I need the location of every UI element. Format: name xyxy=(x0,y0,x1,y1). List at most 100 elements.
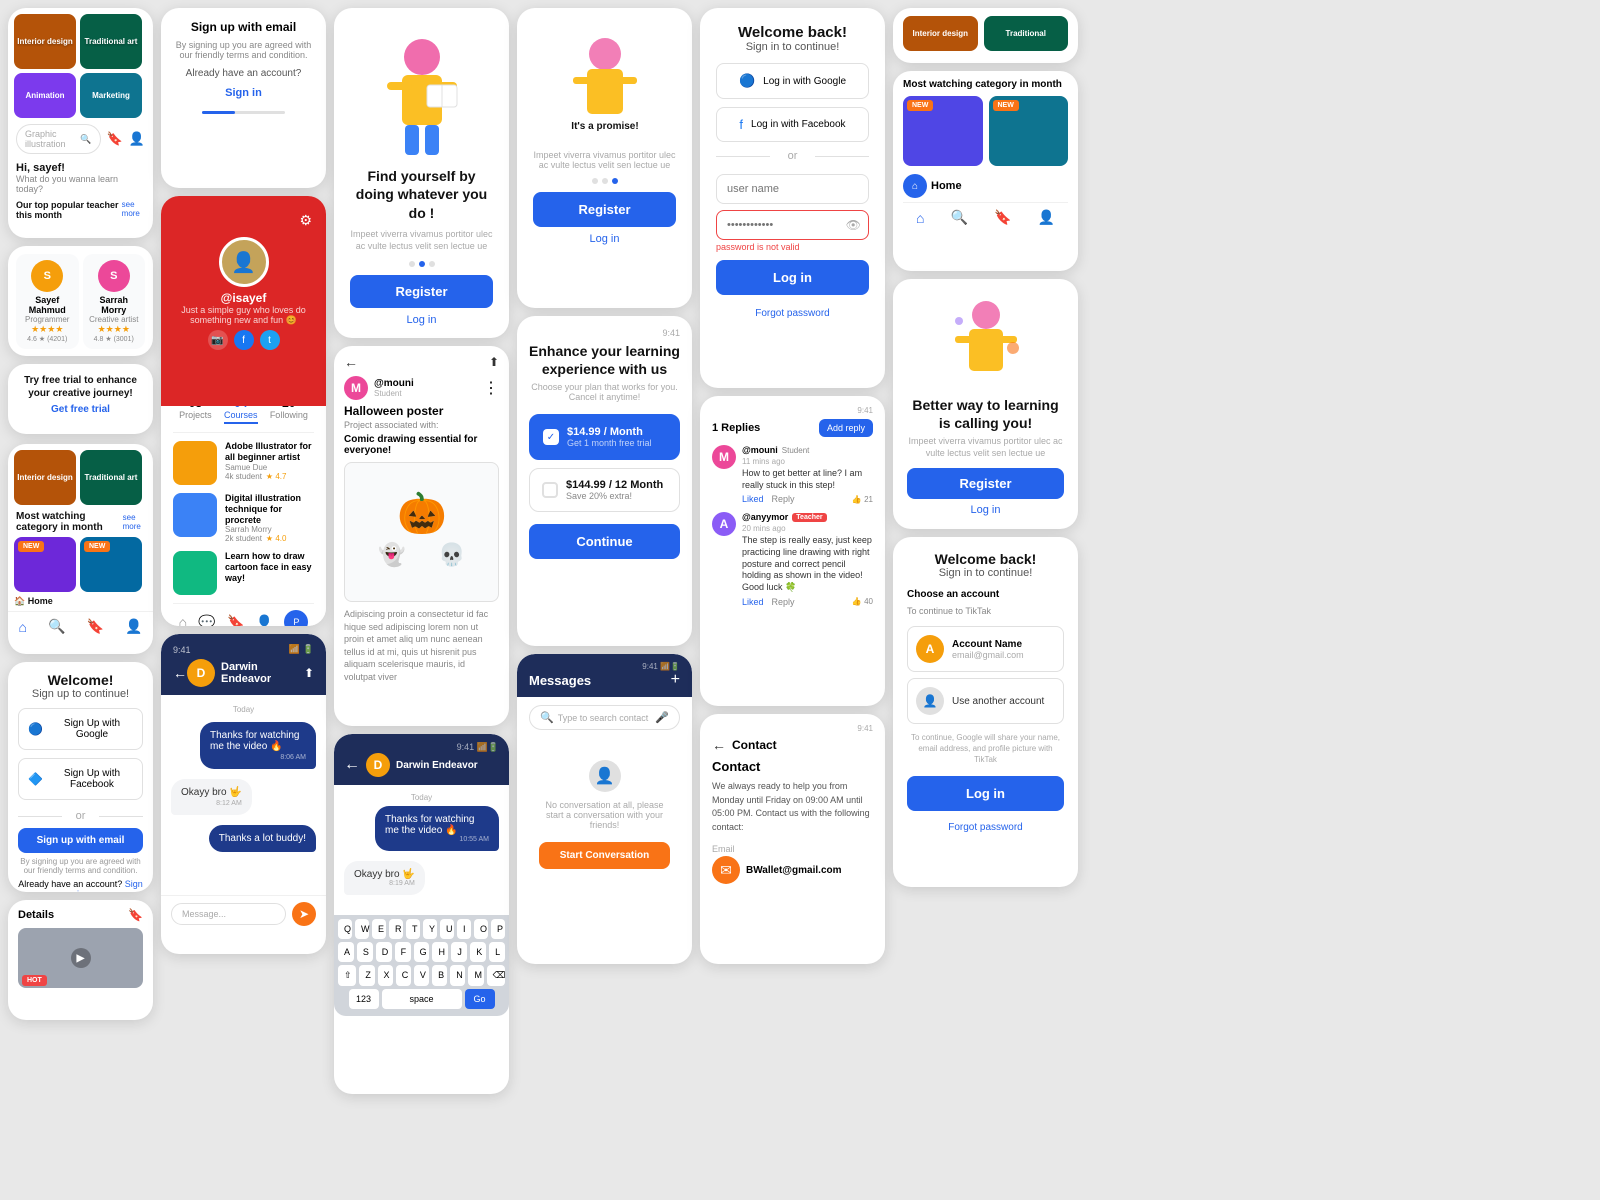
search-nav[interactable]: 🔍 xyxy=(48,618,65,635)
key-s[interactable]: S xyxy=(357,942,373,962)
key-a[interactable]: A xyxy=(338,942,354,962)
see-more2[interactable]: see more xyxy=(123,513,145,531)
user-nav[interactable]: 👤 xyxy=(125,618,142,635)
plan-2[interactable]: $144.99 / 12 Month Save 20% extra! xyxy=(529,468,680,512)
key-del[interactable]: ⌫ xyxy=(487,965,505,986)
chat-nav[interactable]: 💬 xyxy=(198,614,215,626)
forgot-password[interactable]: Forgot password xyxy=(716,303,869,321)
key-u[interactable]: U xyxy=(440,919,454,939)
facebook-signup-btn[interactable]: 🔷 Sign Up with Facebook xyxy=(18,758,143,800)
facebook-login-btn[interactable]: f Log in with Facebook xyxy=(716,107,869,142)
share-icon[interactable]: ⬆ xyxy=(304,666,314,680)
key-k[interactable]: K xyxy=(470,942,486,962)
back-btn3[interactable]: ← xyxy=(712,737,726,753)
key-go[interactable]: Go xyxy=(465,989,495,1009)
google-signup-btn[interactable]: 🔵 Sign Up with Google xyxy=(18,708,143,750)
login-link[interactable]: Log in xyxy=(407,314,437,326)
key-h[interactable]: H xyxy=(432,942,448,962)
bookmark-nav2[interactable]: 🔖 xyxy=(227,614,244,626)
back-btn[interactable]: ← xyxy=(344,354,358,370)
key-shift[interactable]: ⇧ xyxy=(338,965,356,986)
show-password-icon[interactable]: 👁 xyxy=(846,218,861,232)
play-icon[interactable]: ▶ xyxy=(71,948,91,968)
bookmark-icon[interactable]: 🔖 xyxy=(107,131,123,147)
continue-btn[interactable]: Continue xyxy=(529,524,680,559)
back-arrow2[interactable]: ← xyxy=(344,756,360,774)
key-d[interactable]: D xyxy=(376,942,392,962)
login-link3[interactable]: Log in xyxy=(971,504,1001,516)
key-123[interactable]: 123 xyxy=(349,989,379,1009)
key-f[interactable]: F xyxy=(395,942,411,962)
key-b[interactable]: B xyxy=(432,965,447,986)
account-option-1[interactable]: A Account Name email@gmail.com xyxy=(907,626,1064,672)
login-link2[interactable]: Log in xyxy=(590,233,620,245)
username-input[interactable] xyxy=(716,174,869,204)
user-icon[interactable]: 👤 xyxy=(129,131,145,147)
like-btn2[interactable]: Liked xyxy=(742,597,764,607)
account-option-2[interactable]: 👤 Use another account xyxy=(907,678,1064,724)
plan-1[interactable]: ✓ $14.99 / Month Get 1 month free trial xyxy=(529,414,680,460)
key-p[interactable]: P xyxy=(491,919,505,939)
login-btn[interactable]: Log in xyxy=(716,260,869,295)
key-space[interactable]: space xyxy=(382,989,462,1009)
back-arrow[interactable]: ← xyxy=(173,665,187,681)
message-input[interactable]: Message... xyxy=(171,903,286,925)
interior-cat[interactable]: Interior design xyxy=(903,16,978,51)
start-conv-btn[interactable]: Start Conversation xyxy=(539,842,670,869)
bookmark-icon2[interactable]: 🔖 xyxy=(128,908,143,922)
signin-link[interactable]: Sign in xyxy=(77,879,143,892)
instagram-icon[interactable]: 📷 xyxy=(208,330,228,350)
key-c[interactable]: C xyxy=(396,965,411,986)
contact-name: Darwin Endeavor xyxy=(221,661,304,685)
reply-btn1[interactable]: Reply xyxy=(772,494,795,504)
reply-btn2[interactable]: Reply xyxy=(772,597,795,607)
key-q[interactable]: Q xyxy=(338,919,352,939)
key-v[interactable]: V xyxy=(414,965,429,986)
twitter-icon[interactable]: t xyxy=(260,330,280,350)
mic-icon[interactable]: 🎤 xyxy=(655,711,669,724)
key-z[interactable]: Z xyxy=(359,965,374,986)
user-nav3[interactable]: 👤 xyxy=(1038,209,1055,226)
more-options[interactable]: ⋮ xyxy=(483,378,499,398)
key-i[interactable]: I xyxy=(457,919,471,939)
key-m[interactable]: M xyxy=(468,965,483,986)
key-n[interactable]: N xyxy=(450,965,465,986)
key-o[interactable]: O xyxy=(474,919,488,939)
key-r[interactable]: R xyxy=(389,919,403,939)
key-t[interactable]: T xyxy=(406,919,420,939)
register-btn3[interactable]: Register xyxy=(907,468,1064,499)
person-nav[interactable]: 👤 xyxy=(256,614,273,626)
register-btn2[interactable]: Register xyxy=(533,192,676,227)
home-nav2[interactable]: ⌂ xyxy=(179,614,187,626)
signin-link2[interactable]: Sign in xyxy=(175,83,312,101)
facebook-icon2[interactable]: f xyxy=(234,330,254,350)
like-btn1[interactable]: Liked xyxy=(742,494,764,504)
home-nav[interactable]: ⌂ xyxy=(19,619,27,635)
home-nav3[interactable]: ⌂ xyxy=(916,210,924,226)
add-message-btn[interactable]: + xyxy=(671,671,680,689)
add-reply-btn[interactable]: Add reply xyxy=(819,419,873,437)
forgot-link2[interactable]: Forgot password xyxy=(907,817,1064,835)
key-l[interactable]: L xyxy=(489,942,505,962)
share-btn[interactable]: ⬆ xyxy=(489,355,499,369)
bookmark-nav[interactable]: 🔖 xyxy=(87,618,104,635)
key-x[interactable]: X xyxy=(378,965,393,986)
login-btn2[interactable]: Log in xyxy=(907,776,1064,811)
key-y[interactable]: Y xyxy=(423,919,437,939)
key-j[interactable]: J xyxy=(451,942,467,962)
send-btn[interactable]: ➤ xyxy=(292,902,316,926)
email-signup-btn[interactable]: Sign up with email xyxy=(18,828,143,853)
search-nav3[interactable]: 🔍 xyxy=(951,209,968,226)
google-login-btn[interactable]: 🔵 Log in with Google xyxy=(716,63,869,99)
key-g[interactable]: G xyxy=(414,942,430,962)
traditional-cat[interactable]: Traditional xyxy=(984,16,1068,51)
settings-icon[interactable]: ⚙ xyxy=(299,212,312,229)
key-e[interactable]: E xyxy=(372,919,386,939)
register-btn[interactable]: Register xyxy=(350,275,493,308)
key-w[interactable]: W xyxy=(355,919,369,939)
profile-nav-icon[interactable]: P xyxy=(284,610,308,626)
trial-btn[interactable]: Get free trial xyxy=(18,404,143,415)
see-more-link[interactable]: see more xyxy=(122,200,145,220)
bookmark-nav3[interactable]: 🔖 xyxy=(994,209,1011,226)
search-icon[interactable]: 🔍 xyxy=(80,134,91,145)
